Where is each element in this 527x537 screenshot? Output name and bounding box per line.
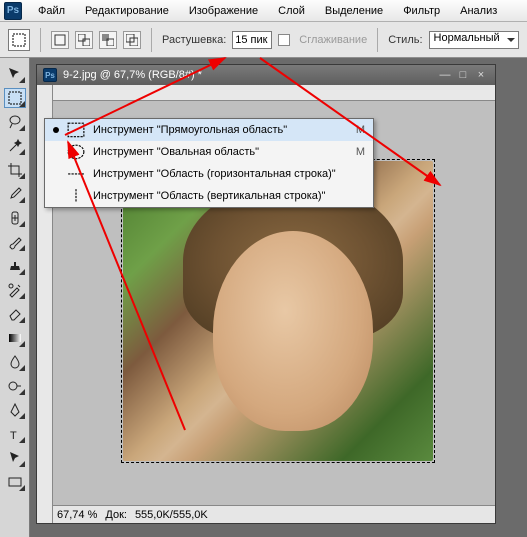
svg-text:T: T bbox=[10, 430, 17, 442]
antialias-label: Сглаживание bbox=[299, 34, 367, 46]
feather-label: Растушевка: bbox=[162, 34, 226, 46]
flyout-col-marquee[interactable]: Инструмент "Область (вертикальная строка… bbox=[45, 185, 373, 207]
lasso-tool[interactable] bbox=[4, 112, 26, 132]
flyout-label: Инструмент "Овальная область" bbox=[93, 146, 337, 158]
ellipse-marquee-icon bbox=[67, 144, 85, 160]
flyout-shortcut: M bbox=[345, 124, 365, 136]
close-button[interactable]: × bbox=[473, 68, 489, 82]
blur-tool[interactable] bbox=[4, 352, 26, 372]
flyout-rect-marquee[interactable]: Инструмент "Прямоугольная область" M bbox=[45, 119, 373, 141]
menu-edit[interactable]: Редактирование bbox=[75, 2, 179, 20]
flyout-label: Инструмент "Прямоугольная область" bbox=[93, 124, 337, 136]
selection-add-icon[interactable] bbox=[75, 31, 93, 49]
flyout-shortcut: M bbox=[345, 146, 365, 158]
pen-tool[interactable] bbox=[4, 400, 26, 420]
move-tool[interactable] bbox=[4, 64, 26, 84]
docsize-label: Док: bbox=[105, 509, 127, 521]
options-bar: Растушевка: Сглаживание Стиль: Нормальны… bbox=[0, 22, 527, 58]
selection-intersect-icon[interactable] bbox=[123, 31, 141, 49]
menu-analysis[interactable]: Анализ bbox=[450, 2, 507, 20]
maximize-button[interactable]: □ bbox=[455, 68, 471, 82]
style-select[interactable]: Нормальный bbox=[429, 31, 519, 49]
gradient-tool[interactable] bbox=[4, 328, 26, 348]
history-brush-tool[interactable] bbox=[4, 280, 26, 300]
path-selection-tool[interactable] bbox=[4, 448, 26, 468]
selection-subtract-icon[interactable] bbox=[99, 31, 117, 49]
magic-wand-tool[interactable] bbox=[4, 136, 26, 156]
active-indicator bbox=[53, 127, 59, 133]
healing-brush-tool[interactable] bbox=[4, 208, 26, 228]
separator bbox=[40, 28, 41, 52]
crop-tool[interactable] bbox=[4, 160, 26, 180]
flyout-row-marquee[interactable]: Инструмент "Область (горизонтальная стро… bbox=[45, 163, 373, 185]
flyout-label: Инструмент "Область (вертикальная строка… bbox=[93, 190, 337, 202]
status-bar: 67,74 % Док: 555,0K/555,0K bbox=[53, 505, 495, 523]
tools-panel: T bbox=[0, 58, 30, 537]
menu-select[interactable]: Выделение bbox=[315, 2, 393, 20]
separator bbox=[377, 28, 378, 52]
tool-preset-picker[interactable] bbox=[8, 29, 30, 51]
separator bbox=[151, 28, 152, 52]
menu-file[interactable]: Файл bbox=[28, 2, 75, 20]
selection-new-icon[interactable] bbox=[51, 31, 69, 49]
antialias-checkbox bbox=[278, 34, 290, 46]
document-title: 9-2.jpg @ 67,7% (RGB/8#) * bbox=[63, 69, 202, 81]
marquee-tool-flyout: Инструмент "Прямоугольная область" M Инс… bbox=[44, 118, 374, 208]
zoom-level[interactable]: 67,74 % bbox=[57, 509, 97, 521]
flyout-ellipse-marquee[interactable]: Инструмент "Овальная область" M bbox=[45, 141, 373, 163]
doc-icon: Ps bbox=[43, 68, 57, 82]
rect-marquee-icon bbox=[67, 122, 85, 138]
main-menubar: Ps Файл Редактирование Изображение Слой … bbox=[0, 0, 527, 22]
dodge-tool[interactable] bbox=[4, 376, 26, 396]
col-marquee-icon bbox=[67, 188, 85, 204]
rectangular-marquee-tool[interactable] bbox=[4, 88, 26, 108]
eraser-tool[interactable] bbox=[4, 304, 26, 324]
menu-filter[interactable]: Фильтр bbox=[393, 2, 450, 20]
feather-input[interactable] bbox=[232, 31, 272, 49]
clone-stamp-tool[interactable] bbox=[4, 256, 26, 276]
doc-size: 555,0K/555,0K bbox=[135, 509, 208, 521]
row-marquee-icon bbox=[67, 166, 85, 182]
menu-image[interactable]: Изображение bbox=[179, 2, 268, 20]
app-logo: Ps bbox=[4, 2, 22, 20]
horizontal-ruler bbox=[53, 85, 495, 101]
menu-layer[interactable]: Слой bbox=[268, 2, 315, 20]
brush-tool[interactable] bbox=[4, 232, 26, 252]
eyedropper-tool[interactable] bbox=[4, 184, 26, 204]
style-label: Стиль: bbox=[388, 34, 422, 46]
minimize-button[interactable]: — bbox=[437, 68, 453, 82]
type-tool[interactable]: T bbox=[4, 424, 26, 444]
flyout-label: Инструмент "Область (горизонтальная стро… bbox=[93, 168, 337, 180]
rectangle-tool[interactable] bbox=[4, 472, 26, 492]
document-titlebar[interactable]: Ps 9-2.jpg @ 67,7% (RGB/8#) * — □ × bbox=[37, 65, 495, 85]
